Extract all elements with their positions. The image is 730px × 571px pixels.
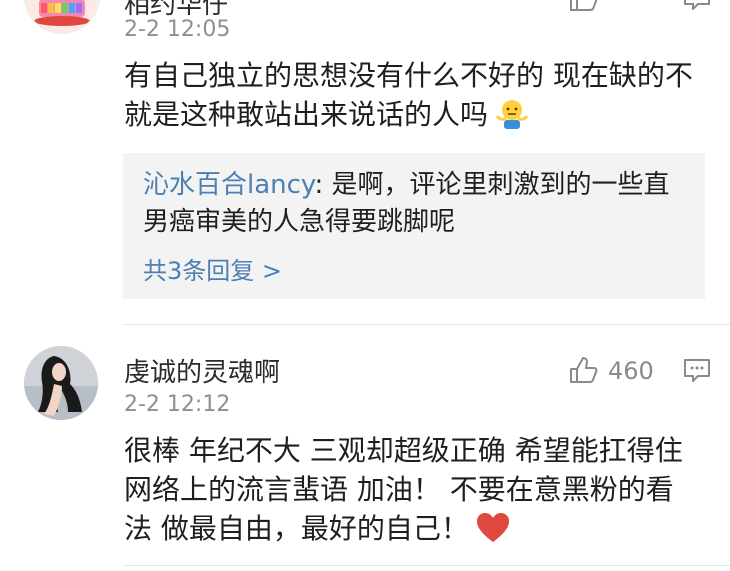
shrug-emoji-icon <box>494 98 530 140</box>
cake-avatar-image <box>34 0 90 26</box>
comment-text-content: 很棒 年纪不大 三观却超级正确 希望能扛得住网络上的流言蜚语 加油！ 不要在意黑… <box>124 434 683 545</box>
comment-reply-icon[interactable] <box>683 358 711 388</box>
comment-text-content: 有自己独立的思想没有什么不好的 现在缺的不就是这种敢站出来说话的人吗 <box>124 59 693 131</box>
reply-author-link[interactable]: 沁水百合lancy <box>143 170 314 200</box>
like-icon[interactable] <box>568 356 598 388</box>
reply-preview: 沁水百合lancy: 是啊，评论里刺激到的一些直男癌审美的人急得要跳脚呢 <box>143 167 693 241</box>
comment-text: 很棒 年纪不大 三观却超级正确 希望能扛得住网络上的流言蜚语 加油！ 不要在意黑… <box>124 431 699 554</box>
reply-separator: : <box>314 170 332 200</box>
comment-timestamp: 2-2 12:12 <box>124 392 231 417</box>
comment-username[interactable]: 虔诚的灵魂啊 <box>124 352 280 389</box>
reply-preview-box[interactable]: 沁水百合lancy: 是啊，评论里刺激到的一些直男癌审美的人急得要跳脚呢 共3条… <box>123 153 705 299</box>
like-count: 460 <box>608 357 654 385</box>
comment-divider <box>123 565 730 566</box>
avatar[interactable] <box>24 346 98 420</box>
avatar[interactable] <box>24 0 100 34</box>
red-heart-emoji-icon <box>475 512 511 554</box>
comment-reply-icon[interactable] <box>683 0 711 14</box>
comment-text: 有自己独立的思想没有什么不好的 现在缺的不就是这种敢站出来说话的人吗 <box>124 56 704 140</box>
user-photo-avatar-image <box>24 346 98 420</box>
comment-divider <box>123 324 730 325</box>
comment-timestamp: 2-2 12:05 <box>124 17 231 42</box>
like-icon[interactable] <box>568 0 598 16</box>
view-all-replies-link[interactable]: 共3条回复 > <box>143 251 282 286</box>
